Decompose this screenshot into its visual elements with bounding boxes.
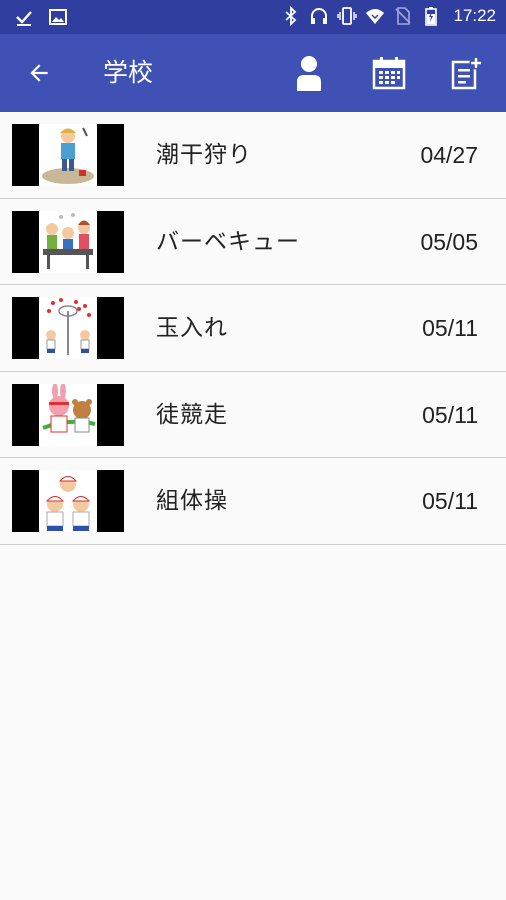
list-item[interactable]: 玉入れ 05/11 (0, 285, 506, 372)
list-item[interactable]: 潮干狩り 04/27 (0, 112, 506, 199)
status-left (14, 7, 68, 27)
thumbnail (12, 210, 124, 273)
item-date: 05/11 (422, 401, 478, 428)
status-right: 17:22 (281, 6, 496, 26)
page-title: 学校 (103, 58, 154, 87)
item-date: 05/11 (422, 488, 478, 515)
item-name: 玉入れ (156, 315, 228, 342)
calendar-button[interactable] (370, 54, 408, 92)
battery-icon (425, 7, 438, 26)
vibrate-icon (337, 7, 358, 25)
item-name: 潮干狩り (156, 142, 252, 168)
download-done-icon (16, 11, 32, 26)
item-name: バーベキュー (156, 228, 300, 255)
ball-toss-illustration (39, 297, 97, 360)
status-bar: 17:22 (0, 0, 506, 34)
item-date: 05/11 (422, 315, 478, 342)
calendar-icon (372, 57, 406, 90)
clam-digging-illustration (39, 124, 97, 186)
list-item[interactable]: バーベキュー 05/05 (0, 198, 506, 286)
bluetooth-icon (285, 6, 297, 26)
person-button[interactable] (290, 54, 328, 92)
gymnastics-pyramid-illustration (39, 470, 97, 533)
status-time: 17:22 (453, 6, 496, 25)
item-date: 05/05 (420, 228, 478, 255)
list-item[interactable]: 組体操 05/11 (0, 458, 506, 545)
thumbnail (12, 297, 124, 360)
headphones-icon (311, 8, 328, 24)
footrace-illustration (39, 383, 97, 446)
item-name: 徒競走 (156, 401, 228, 428)
event-list: 潮干狩り 04/27 バーベキュー 05/05 玉入れ 05/11 徒競走 05… (0, 112, 506, 545)
app-bar: 学校 (0, 34, 506, 112)
add-note-icon (451, 56, 483, 90)
no-sim-icon (395, 7, 412, 25)
list-item[interactable]: 徒競走 05/11 (0, 371, 506, 459)
person-icon (297, 56, 321, 91)
image-icon (49, 9, 67, 25)
back-button[interactable] (22, 56, 56, 90)
arrow-back-icon (30, 64, 48, 82)
thumbnail (12, 470, 124, 533)
thumbnail (12, 124, 124, 186)
item-name: 組体操 (156, 488, 228, 515)
item-date: 04/27 (420, 142, 478, 168)
add-note-button[interactable] (448, 54, 486, 92)
wifi-icon (366, 9, 385, 24)
barbecue-illustration (39, 210, 97, 273)
thumbnail (12, 383, 124, 446)
